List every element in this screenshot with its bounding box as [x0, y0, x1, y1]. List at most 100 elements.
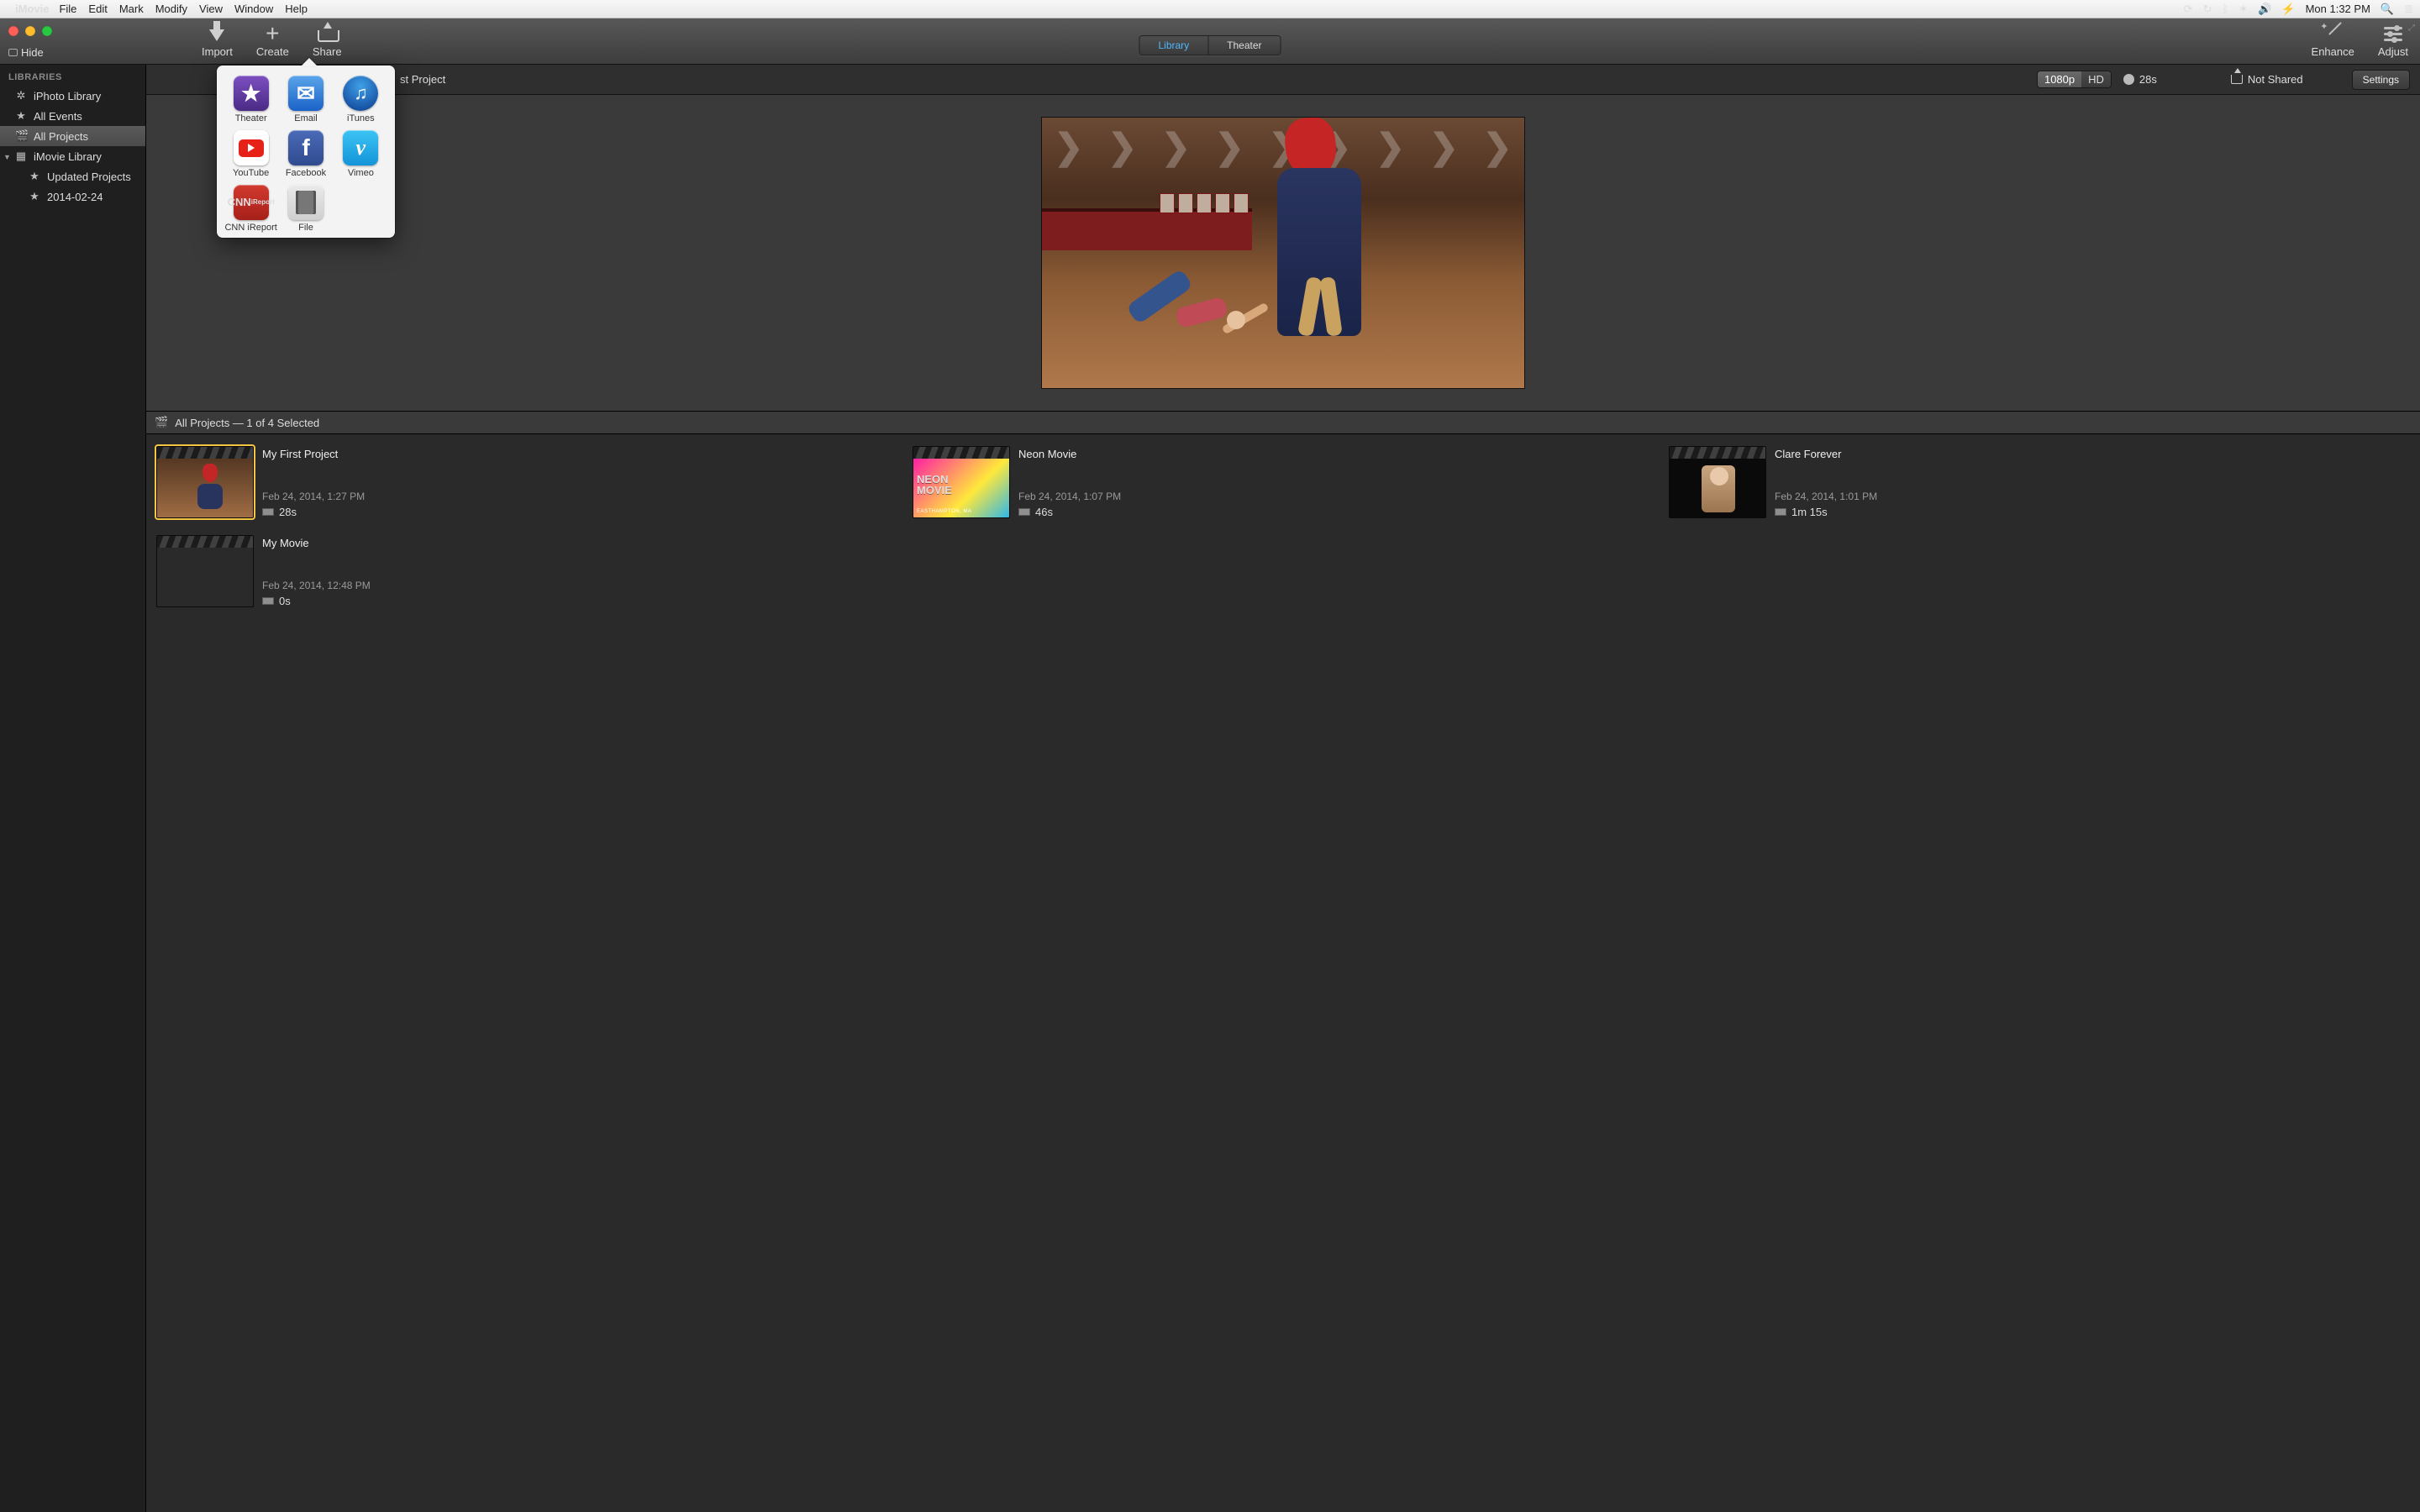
- share-label: Share: [313, 45, 342, 58]
- menu-edit[interactable]: Edit: [88, 3, 107, 15]
- share-item-label: Email: [294, 113, 318, 123]
- import-button[interactable]: Import: [202, 24, 233, 58]
- adjust-label: Adjust: [2378, 45, 2408, 58]
- menu-modify[interactable]: Modify: [155, 3, 187, 15]
- project-grid: My First Project Feb 24, 2014, 1:27 PM 2…: [146, 434, 2420, 619]
- adjust-button[interactable]: Adjust: [2378, 24, 2408, 58]
- cnn-icon: CNNiReport: [234, 185, 269, 220]
- menu-window[interactable]: Window: [234, 3, 273, 15]
- share-item-label: Theater: [235, 113, 267, 123]
- menu-mark[interactable]: Mark: [119, 3, 144, 15]
- wifi-icon[interactable]: ✶: [2238, 3, 2248, 16]
- project-title: My First Project: [262, 448, 365, 460]
- settings-button[interactable]: Settings: [2352, 70, 2410, 90]
- share-item-label: Facebook: [286, 168, 326, 178]
- project-length: 1m 15s: [1775, 506, 1877, 518]
- sidebar-item-updated-projects[interactable]: ★Updated Projects: [0, 166, 145, 186]
- vimeo-icon: [343, 130, 378, 165]
- share-button[interactable]: Share: [313, 24, 342, 58]
- menu-help[interactable]: Help: [285, 3, 308, 15]
- project-item[interactable]: My First Project Feb 24, 2014, 1:27 PM 2…: [156, 446, 897, 518]
- hide-label: Hide: [21, 46, 44, 59]
- star-icon: ★: [29, 170, 40, 183]
- iphoto-icon: ✲: [15, 89, 27, 102]
- battery-icon[interactable]: ⚡: [2281, 3, 2295, 16]
- volume-icon[interactable]: 🔊: [2258, 3, 2271, 16]
- share-status-label: Not Shared: [2248, 73, 2303, 86]
- library-icon: ▦: [15, 150, 27, 163]
- filmstrip-icon: [1018, 508, 1030, 516]
- timemachine-icon[interactable]: ↻: [2203, 3, 2212, 16]
- sidebar-item-label: 2014-02-24: [47, 191, 103, 203]
- create-button[interactable]: Create: [256, 24, 289, 58]
- preview-area: ❯❯❯❯❯❯❯❯❯: [146, 95, 2420, 411]
- main-area: st Project 1080p HD 28s Not Shared Setti…: [146, 65, 2420, 1512]
- sidebar-item-iphoto[interactable]: ✲iPhoto Library: [0, 86, 145, 106]
- sidebar-item-all-events[interactable]: ★All Events: [0, 106, 145, 126]
- window-close-button[interactable]: [8, 26, 18, 36]
- sidebar-item-all-projects[interactable]: 🎬 All Projects: [0, 126, 145, 146]
- share-itunes[interactable]: iTunes: [334, 76, 388, 123]
- notification-center-icon[interactable]: ≣: [2404, 3, 2413, 16]
- project-title: Neon Movie: [1018, 448, 1121, 460]
- share-email[interactable]: Email: [278, 76, 333, 123]
- share-item-label: File: [298, 223, 313, 233]
- filmstrip-icon: [262, 597, 274, 605]
- sidebar-item-label: All Projects: [34, 130, 88, 143]
- disclosure-triangle-icon[interactable]: ▼: [3, 153, 11, 161]
- project-thumbnail[interactable]: NEONMOVIEEASTHAMPTON, MA: [913, 446, 1010, 518]
- project-length: 46s: [1018, 506, 1121, 518]
- segment-theater[interactable]: Theater: [1207, 36, 1280, 55]
- segment-library[interactable]: Library: [1139, 36, 1207, 55]
- menu-file[interactable]: File: [59, 3, 76, 15]
- chevron-overlay: ❯❯❯❯❯❯❯❯❯: [1042, 128, 1524, 166]
- share-item-label: Vimeo: [348, 168, 374, 178]
- enhance-button[interactable]: Enhance: [2312, 24, 2354, 58]
- sidebar-header: LIBRARIES: [0, 65, 145, 86]
- clock-icon: [2123, 74, 2134, 85]
- resolution-hd: HD: [2081, 71, 2111, 87]
- spotlight-icon[interactable]: 🔍: [2381, 3, 2394, 16]
- star-icon: ★: [15, 109, 27, 123]
- share-theater[interactable]: Theater: [224, 76, 278, 123]
- window-minimize-button[interactable]: [25, 26, 35, 36]
- import-icon: [207, 24, 227, 44]
- share-item-label: CNN iReport: [224, 223, 276, 233]
- fullscreen-icon[interactable]: ⤢: [2408, 24, 2415, 33]
- plus-icon: [262, 24, 282, 44]
- menu-view[interactable]: View: [199, 3, 223, 15]
- project-item[interactable]: My Movie Feb 24, 2014, 12:48 PM 0s: [156, 535, 897, 607]
- project-thumbnail[interactable]: [156, 535, 254, 607]
- wand-icon: [2323, 24, 2343, 44]
- project-title: Clare Forever: [1775, 448, 1877, 460]
- project-thumbnail[interactable]: [1669, 446, 1766, 518]
- share-cnn-ireport[interactable]: CNNiReport CNN iReport: [224, 185, 278, 233]
- enhance-label: Enhance: [2312, 45, 2354, 58]
- clapper-icon: 🎬: [15, 129, 27, 143]
- project-item[interactable]: NEONMOVIEEASTHAMPTON, MA Neon Movie Feb …: [913, 446, 1654, 518]
- sidebar-item-date-event[interactable]: ★2014-02-24: [0, 186, 145, 207]
- share-facebook[interactable]: Facebook: [278, 130, 333, 178]
- filmstrip-icon: [1775, 508, 1786, 516]
- sidebar-item-imovie-library[interactable]: ▼▦iMovie Library: [0, 146, 145, 166]
- share-out-icon: [2231, 75, 2243, 84]
- window-zoom-button[interactable]: [42, 26, 52, 36]
- mail-icon: [288, 76, 324, 111]
- share-youtube[interactable]: YouTube: [224, 130, 278, 178]
- share-status[interactable]: Not Shared: [2231, 73, 2303, 86]
- sync-status-icon[interactable]: ⟳: [2184, 3, 2193, 16]
- clapper-icon: 🎬: [155, 416, 168, 429]
- preview-viewport[interactable]: ❯❯❯❯❯❯❯❯❯: [1041, 117, 1525, 389]
- hide-sidebar-button[interactable]: Hide: [8, 46, 44, 59]
- youtube-icon: [234, 130, 269, 165]
- resolution-pill[interactable]: 1080p HD: [2037, 71, 2112, 88]
- menubar-app-name[interactable]: iMovie: [15, 3, 49, 15]
- menubar-clock[interactable]: Mon 1:32 PM: [2306, 3, 2370, 15]
- resolution-1080p: 1080p: [2038, 71, 2081, 87]
- bluetooth-icon[interactable]: ᛒ: [2222, 3, 2228, 15]
- project-item[interactable]: Clare Forever Feb 24, 2014, 1:01 PM 1m 1…: [1669, 446, 2410, 518]
- share-icon: [317, 24, 337, 44]
- project-thumbnail[interactable]: [156, 446, 254, 518]
- share-vimeo[interactable]: Vimeo: [334, 130, 388, 178]
- share-file[interactable]: File: [278, 185, 333, 233]
